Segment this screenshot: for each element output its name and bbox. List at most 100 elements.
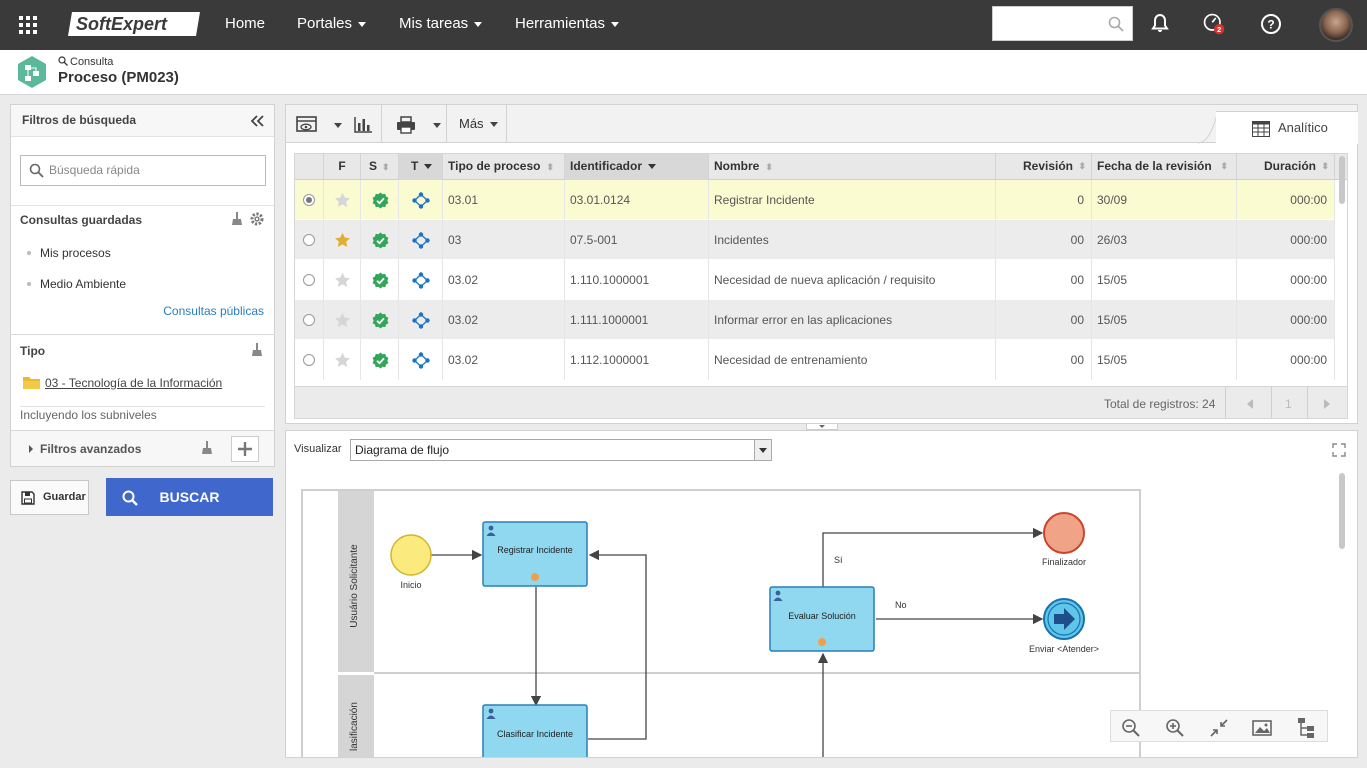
- tipo-filter-value[interactable]: 03 - Tecnología de la Información: [45, 376, 222, 390]
- cell-id: 03.01.0124: [565, 180, 709, 220]
- fullscreen-icon[interactable]: [1332, 443, 1346, 457]
- row-radio[interactable]: [303, 354, 315, 366]
- star-icon[interactable]: [334, 272, 351, 288]
- chevron-down-icon[interactable]: [334, 123, 342, 128]
- chevron-down-icon[interactable]: [433, 123, 441, 128]
- chevron-down-icon: [489, 122, 498, 128]
- more-menu[interactable]: Más: [459, 116, 498, 131]
- search-icon: [29, 163, 44, 178]
- hierarchy-icon[interactable]: [1295, 717, 1317, 739]
- page-title: Proceso (PM023): [58, 69, 179, 86]
- view-window-icon[interactable]: [296, 116, 318, 134]
- saved-query-item[interactable]: Medio Ambiente: [11, 277, 126, 291]
- task-evaluar-solucion[interactable]: Evaluar Solución: [769, 586, 875, 652]
- start-event[interactable]: [390, 534, 432, 576]
- viewer-scrollbar[interactable]: [1339, 473, 1345, 549]
- nav-mis-tareas[interactable]: Mis tareas: [399, 0, 483, 50]
- type-cell: [399, 300, 443, 340]
- collapse-double-chevron-icon[interactable]: [250, 115, 264, 127]
- cell-nombre: Informar error en las aplicaciones: [709, 300, 996, 340]
- zoom-out-icon[interactable]: [1121, 718, 1141, 738]
- col-header-f[interactable]: F: [324, 154, 361, 180]
- dashboard-gauge-icon[interactable]: 2: [1202, 12, 1226, 36]
- row-radio[interactable]: [303, 274, 315, 286]
- broom-icon[interactable]: [231, 212, 243, 226]
- quick-search-input[interactable]: Búsqueda rápida: [20, 155, 266, 186]
- task-clasificar-incidente[interactable]: Clasificar Incidente: [482, 704, 588, 758]
- cell-fecha: 15/05: [1092, 340, 1237, 380]
- task-label: Evaluar Solución: [788, 611, 856, 621]
- table-row[interactable]: 03.02 1.112.1000001 Necesidad de entrenami…: [295, 340, 1335, 380]
- col-header-t[interactable]: T: [399, 154, 443, 180]
- global-search-input[interactable]: [992, 6, 1133, 41]
- results-panel: Más Analítico F S ⬍ T Tipo de proceso ⬍ Id…: [285, 104, 1358, 424]
- broom-icon[interactable]: [251, 343, 263, 357]
- approved-badge-icon: [372, 192, 389, 209]
- help-icon[interactable]: ?: [1259, 12, 1283, 36]
- row-select-cell: [295, 300, 324, 340]
- star-icon[interactable]: [334, 352, 351, 368]
- public-queries-link[interactable]: Consultas públicas: [163, 304, 264, 318]
- send-event[interactable]: [1043, 598, 1085, 640]
- row-radio[interactable]: [303, 234, 315, 246]
- row-select-cell: [295, 260, 324, 300]
- print-icon[interactable]: [396, 116, 416, 134]
- softexpert-logo[interactable]: SoftExpert: [68, 10, 202, 38]
- nav-home[interactable]: Home: [225, 0, 265, 50]
- gear-icon[interactable]: [249, 211, 265, 227]
- table-row[interactable]: 03 07.5-001 Incidentes 00 26/03 000:00: [295, 220, 1335, 260]
- task-registrar-incidente[interactable]: Registrar Incidente: [482, 521, 588, 587]
- col-header-label: Tipo de proceso: [448, 159, 541, 173]
- export-image-icon[interactable]: [1251, 718, 1273, 738]
- table-row[interactable]: 03.02 1.111.1000001 Informar error en las …: [295, 300, 1335, 340]
- search-icon: [1108, 16, 1124, 32]
- status-cell: [361, 180, 399, 220]
- table-row[interactable]: 03.01 03.01.0124 Registrar Incidente 0 30/09…: [295, 180, 1335, 220]
- tab-analitico[interactable]: Analítico: [1216, 111, 1358, 144]
- row-radio[interactable]: [303, 194, 315, 206]
- bell-icon[interactable]: [1148, 12, 1172, 36]
- prev-page-icon[interactable]: [1247, 399, 1253, 409]
- fit-to-screen-icon[interactable]: [1209, 718, 1229, 738]
- save-button[interactable]: Guardar: [10, 480, 89, 515]
- saved-query-item[interactable]: Mis procesos: [11, 246, 111, 260]
- more-menu-label: Más: [459, 116, 484, 131]
- svg-text:?: ?: [1267, 18, 1274, 32]
- breadcrumb-label: Consulta: [70, 56, 114, 68]
- chevron-right-icon: [29, 445, 33, 453]
- process-flow-icon: [412, 312, 430, 329]
- table-row[interactable]: 03.02 1.110.1000001 Necesidad de nueva apl…: [295, 260, 1335, 300]
- next-page-icon[interactable]: [1324, 399, 1330, 409]
- end-event[interactable]: [1043, 512, 1085, 554]
- bar-chart-icon[interactable]: [353, 116, 373, 134]
- star-icon[interactable]: [334, 192, 351, 208]
- nav-portales[interactable]: Portales: [297, 0, 367, 50]
- zoom-in-icon[interactable]: [1165, 718, 1185, 738]
- broom-icon[interactable]: [201, 441, 213, 455]
- col-header-fecha[interactable]: Fecha de la revisión ⬍: [1092, 154, 1237, 180]
- search-button[interactable]: BUSCAR: [106, 478, 273, 516]
- breadcrumb[interactable]: Consulta: [58, 56, 113, 68]
- star-filled-icon[interactable]: [334, 232, 351, 248]
- col-header-revision[interactable]: Revisión ⬍: [996, 154, 1092, 180]
- user-avatar[interactable]: [1319, 8, 1353, 42]
- col-header-s[interactable]: S ⬍: [361, 154, 399, 180]
- sort-desc-icon: [424, 164, 433, 170]
- add-filter-button[interactable]: [231, 436, 259, 462]
- star-icon[interactable]: [334, 312, 351, 328]
- nav-herramientas[interactable]: Herramientas: [515, 0, 620, 50]
- lane-label: Usuário Solicitante: [349, 544, 360, 628]
- task-label: Clasificar Incidente: [497, 729, 573, 739]
- flow-diagram: Usuário Solicitante lasificación Inicio …: [301, 489, 1141, 758]
- col-header-nombre[interactable]: Nombre ⬍: [709, 154, 996, 180]
- col-header-identificador[interactable]: Identificador: [565, 154, 709, 180]
- col-header-duracion[interactable]: Duración ⬍: [1237, 154, 1335, 180]
- col-header-tipo[interactable]: Tipo de proceso ⬍: [443, 154, 565, 180]
- apps-grid-icon[interactable]: [18, 15, 38, 35]
- row-radio[interactable]: [303, 314, 315, 326]
- sort-icon: ⬍: [382, 162, 390, 172]
- table-scrollbar[interactable]: [1339, 156, 1345, 204]
- view-type-select[interactable]: Diagrama de flujo: [350, 439, 772, 461]
- saved-queries-title: Consultas guardadas: [20, 213, 143, 227]
- advanced-filters-toggle[interactable]: Filtros avanzados: [29, 442, 141, 456]
